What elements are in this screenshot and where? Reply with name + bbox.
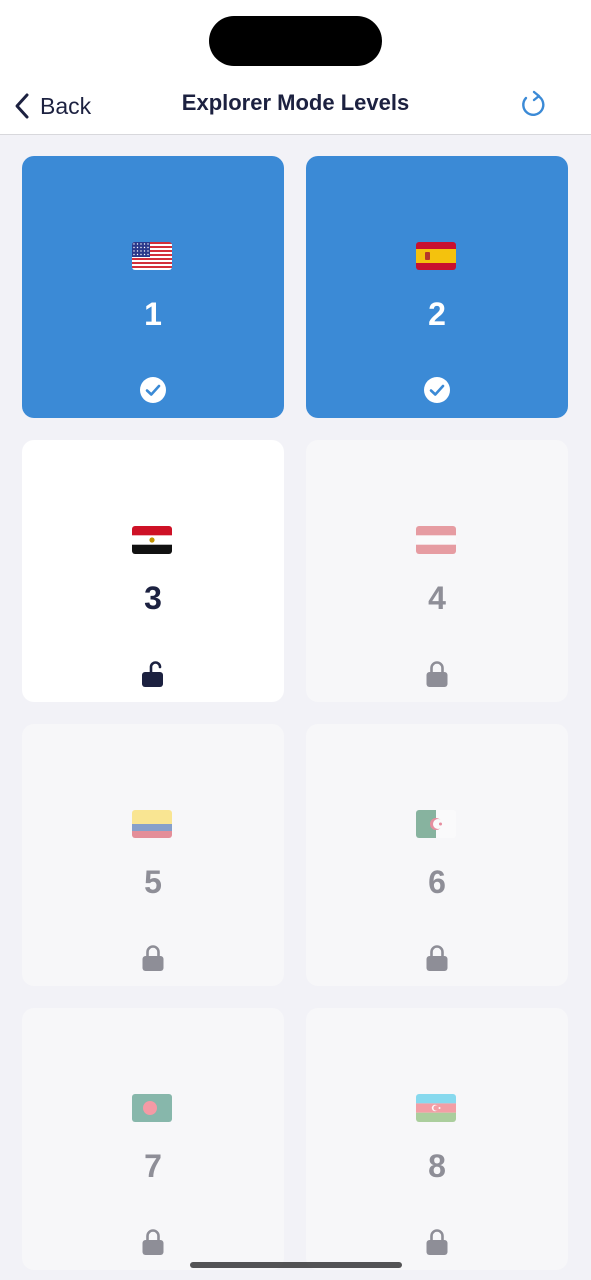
back-label: Back [40, 92, 92, 119]
unlocked-padlock-icon [139, 660, 167, 688]
united-states-flag [132, 242, 172, 270]
level-card-8[interactable]: 8 [306, 1008, 568, 1270]
refresh-icon [516, 90, 550, 126]
checkmark-circle-icon [139, 376, 167, 404]
austria-flag [416, 526, 456, 554]
home-indicator [190, 1262, 402, 1268]
level-card-1[interactable]: 1 [22, 156, 284, 418]
level-number: 5 [144, 864, 162, 900]
level-number: 6 [428, 864, 446, 900]
dynamic-island [209, 16, 382, 66]
chevron-left-icon [14, 92, 30, 120]
locked-padlock-icon [139, 944, 167, 972]
azerbaijan-flag [416, 1094, 456, 1122]
level-card-6[interactable]: 6 [306, 724, 568, 986]
back-button[interactable]: Back [14, 86, 91, 126]
locked-padlock-icon [423, 944, 451, 972]
checkmark-circle-icon [423, 376, 451, 404]
level-number: 3 [144, 580, 162, 616]
level-number: 7 [144, 1148, 162, 1184]
locked-padlock-icon [139, 1228, 167, 1256]
locked-padlock-icon [423, 1228, 451, 1256]
level-card-3[interactable]: 3 [22, 440, 284, 702]
levels-grid: 1 2 3 4 5 6 7 8 [22, 156, 569, 1270]
level-number: 1 [144, 296, 162, 332]
navigation-bar: Back Explorer Mode Levels [0, 80, 591, 135]
colombia-flag [132, 810, 172, 838]
egypt-flag [132, 526, 172, 554]
level-card-2[interactable]: 2 [306, 156, 568, 418]
level-card-7[interactable]: 7 [22, 1008, 284, 1270]
level-number: 2 [428, 296, 446, 332]
algeria-flag [416, 810, 456, 838]
level-card-5[interactable]: 5 [22, 724, 284, 986]
level-card-4[interactable]: 4 [306, 440, 568, 702]
level-number: 4 [428, 580, 446, 616]
level-number: 8 [428, 1148, 446, 1184]
refresh-button[interactable] [516, 88, 550, 122]
spain-flag [416, 242, 456, 270]
status-bar [0, 0, 591, 80]
locked-padlock-icon [423, 660, 451, 688]
bangladesh-flag [132, 1094, 172, 1122]
